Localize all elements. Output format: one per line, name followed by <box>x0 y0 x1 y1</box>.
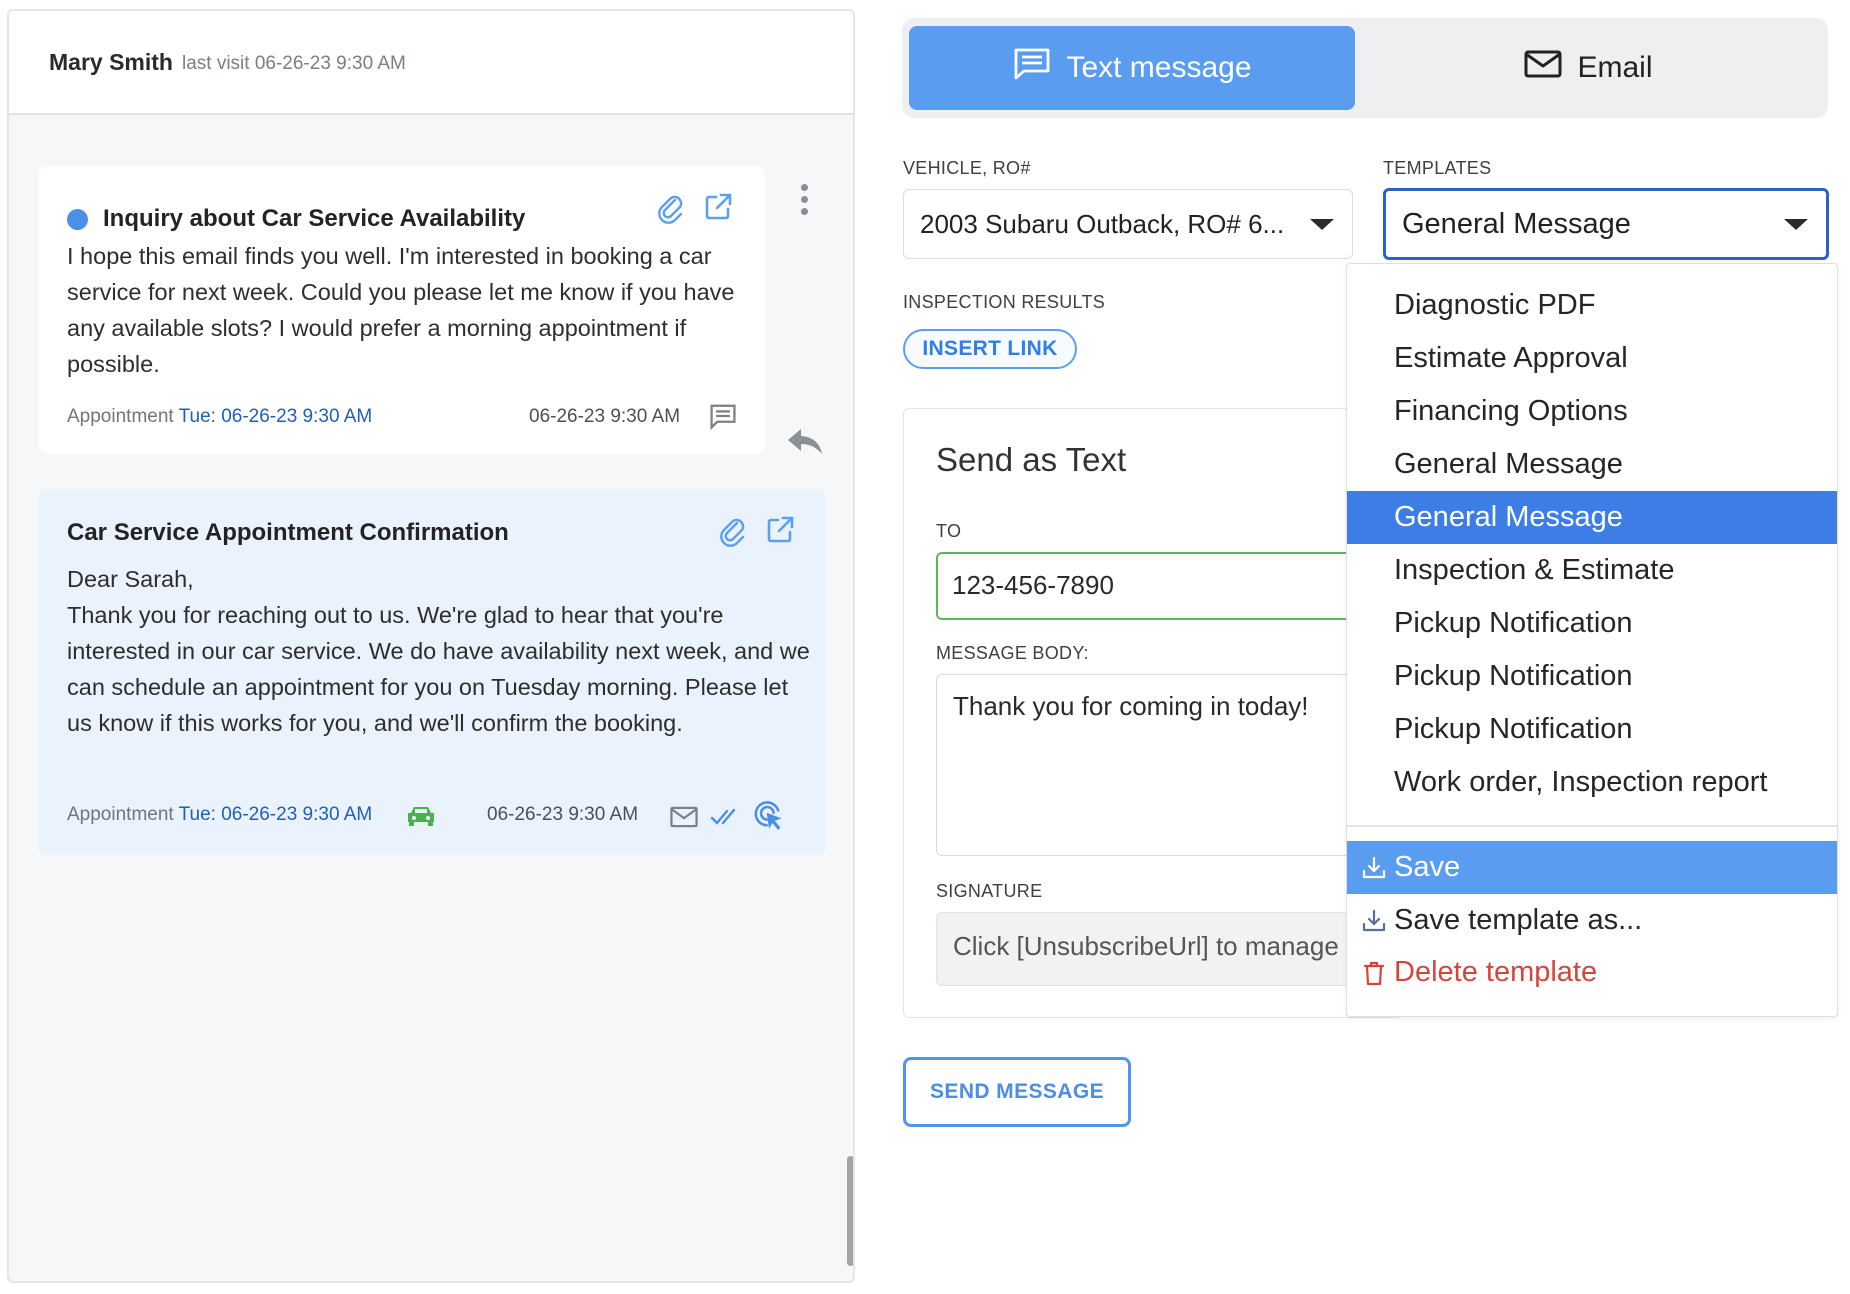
scrollbar[interactable] <box>847 1156 853 1266</box>
template-option[interactable]: Pickup Notification <box>1347 703 1837 756</box>
inspection-label: INSPECTION RESULTS <box>903 292 1106 312</box>
message-body-input[interactable]: Thank you for coming in today! <box>936 674 1402 856</box>
channel-tabs: Text message Email <box>902 18 1828 118</box>
send-as-text-panel: Send as Text TO 123-456-7890 MESSAGE BOD… <box>903 408 1403 1018</box>
trash-icon <box>1361 960 1387 986</box>
customer-name[interactable]: Mary Smith <box>49 49 173 76</box>
appointment-date[interactable]: Tue: 06-26-23 9:30 AM <box>179 406 373 427</box>
template-option[interactable]: Financing Options <box>1347 385 1837 438</box>
tab-label: Email <box>1577 51 1653 84</box>
last-visit: last visit 06-26-23 9:30 AM <box>181 52 406 74</box>
car-icon <box>405 800 437 826</box>
message-title-row: Car Service Appointment Confirmation <box>67 519 509 547</box>
message-footer: Appointment Tue: 06-26-23 9:30 AM 06-26-… <box>67 404 742 431</box>
conversation-panel: Mary Smith last visit 06-26-23 9:30 AM I… <box>7 9 855 1283</box>
template-option-selected[interactable]: General Message <box>1347 491 1837 544</box>
to-input[interactable]: 123-456-7890 <box>936 552 1402 620</box>
templates-value: General Message <box>1402 207 1631 240</box>
unread-indicator <box>67 208 88 230</box>
open-external-icon[interactable] <box>702 191 734 223</box>
save-template-action[interactable]: Save <box>1347 841 1837 894</box>
template-option[interactable]: Work order, Inspection report <box>1347 756 1837 809</box>
chat-icon <box>707 400 736 431</box>
message-text: Thank you for reaching out to us. We're … <box>67 602 810 736</box>
mail-icon <box>1523 49 1577 87</box>
vehicle-label: VEHICLE, RO# <box>903 158 1031 178</box>
message-title: Car Service Appointment Confirmation <box>67 519 509 546</box>
template-option[interactable]: Diagnostic PDF <box>1347 279 1837 332</box>
message-card-incoming[interactable]: Inquiry about Car Service Availability I… <box>38 166 766 454</box>
message-footer: Appointment Tue: 06-26-23 9:30 AM 06-26-… <box>67 801 802 830</box>
caret-down-icon <box>1310 219 1334 230</box>
template-option[interactable]: Inspection & Estimate <box>1347 544 1837 597</box>
message-card-outgoing[interactable]: Car Service Appointment Confirmation Dea… <box>38 489 826 855</box>
action-label: Save template as... <box>1394 904 1643 936</box>
message-timestamp: 06-26-23 9:30 AM <box>487 804 639 825</box>
template-option[interactable]: Pickup Notification <box>1347 597 1837 650</box>
send-message-button[interactable]: SEND MESSAGE <box>903 1057 1131 1127</box>
to-label: TO <box>936 521 962 541</box>
vehicle-select[interactable]: 2003 Subaru Outback, RO# 6... <box>903 189 1353 259</box>
more-options-icon[interactable] <box>799 184 809 222</box>
conversation-header: Mary Smith last visit 06-26-23 9:30 AM <box>9 11 853 115</box>
templates-dropdown: Diagnostic PDF Estimate Approval Financi… <box>1346 263 1838 1017</box>
click-tracking-icon <box>753 799 782 830</box>
double-check-icon <box>710 801 742 825</box>
templates-label: TEMPLATES <box>1383 158 1492 178</box>
template-option[interactable]: General Message <box>1347 438 1837 491</box>
caret-down-icon <box>1784 219 1808 230</box>
message-body: I hope this email finds you well. I'm in… <box>67 243 735 377</box>
send-as-title: Send as Text <box>936 441 1127 478</box>
download-icon <box>1361 855 1387 881</box>
mail-icon <box>668 801 698 828</box>
signature-label: SIGNATURE <box>936 881 1043 901</box>
save-template-as-action[interactable]: Save template as... <box>1347 894 1837 947</box>
vehicle-value: 2003 Subaru Outback, RO# 6... <box>920 208 1285 239</box>
dropdown-divider <box>1347 825 1837 827</box>
attachment-icon[interactable] <box>655 192 687 224</box>
message-title: Inquiry about Car Service Availability <box>103 205 526 232</box>
tab-label: Text message <box>1066 51 1252 84</box>
action-label: Save <box>1394 851 1461 883</box>
tab-text-message[interactable]: Text message <box>909 26 1355 110</box>
appointment-date[interactable]: Tue: 06-26-23 9:30 AM <box>179 804 373 825</box>
delete-template-action[interactable]: Delete template <box>1347 946 1837 999</box>
message-greeting: Dear Sarah, <box>67 566 194 592</box>
message-timestamp: 06-26-23 9:30 AM <box>529 406 681 427</box>
message-title-row: Inquiry about Car Service Availability <box>67 205 525 233</box>
appointment-label: Appointment <box>67 406 174 427</box>
chat-icon <box>1012 46 1066 90</box>
message-body: Dear Sarah, Thank you for reaching out t… <box>67 561 812 741</box>
templates-select[interactable]: General Message <box>1383 188 1829 260</box>
message-body-label: MESSAGE BODY: <box>936 643 1089 663</box>
download-icon <box>1361 908 1387 934</box>
template-option[interactable]: Pickup Notification <box>1347 650 1837 703</box>
attachment-icon[interactable] <box>717 515 749 547</box>
open-external-icon[interactable] <box>764 514 796 546</box>
action-label: Delete template <box>1394 956 1598 988</box>
reply-icon[interactable] <box>785 425 825 457</box>
template-option[interactable]: Estimate Approval <box>1347 332 1837 385</box>
signature-field[interactable]: Click [UnsubscribeUrl] to manage <box>936 912 1402 986</box>
insert-link-button[interactable]: INSERT LINK <box>903 329 1077 369</box>
appointment-label: Appointment <box>67 804 174 825</box>
tab-email[interactable]: Email <box>1355 26 1821 110</box>
